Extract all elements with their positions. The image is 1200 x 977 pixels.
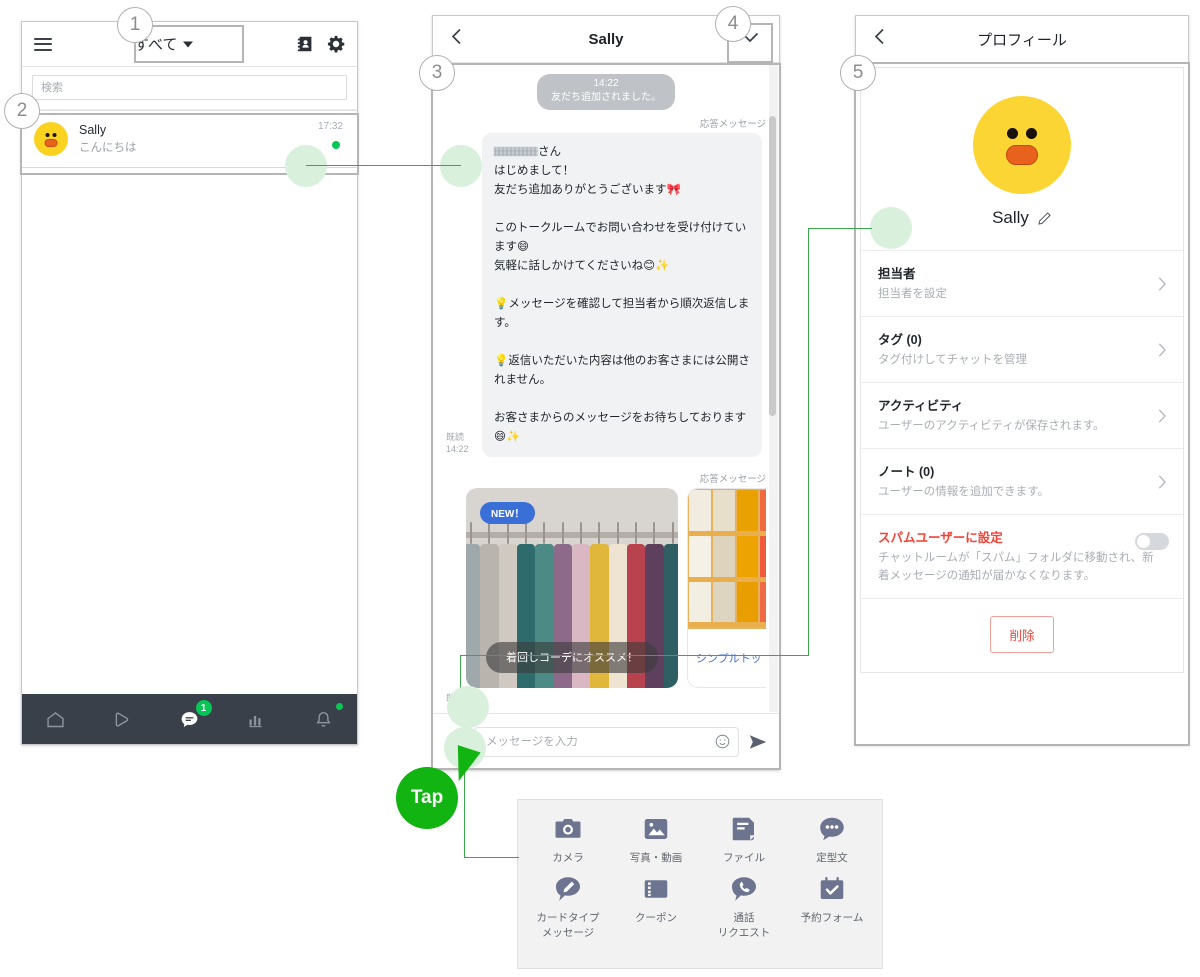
attach-reservation-form[interactable]: 予約フォーム <box>788 874 876 941</box>
connector-dot-avatar <box>447 686 489 728</box>
connector-line-2b <box>808 228 810 656</box>
screenshot-root: すべて Sally <box>0 0 1200 977</box>
photo-icon <box>641 814 671 844</box>
calendar-icon <box>817 874 847 904</box>
bottom-navigation: 1 <box>22 694 357 744</box>
attach-file[interactable]: ファイル <box>700 814 788 866</box>
attach-label: カードタイプ メッセージ <box>536 912 600 939</box>
chat-search-wrap <box>22 67 357 110</box>
highlight-chat-area <box>431 63 781 770</box>
attach-label: 通話 リクエスト <box>717 912 771 939</box>
attach-card-message[interactable]: カードタイプ メッセージ <box>524 874 612 941</box>
chat-unread-badge: 1 <box>195 700 212 716</box>
callout-1: 1 <box>117 7 153 43</box>
nav-stats[interactable] <box>236 702 278 736</box>
attach-camera[interactable]: カメラ <box>524 814 612 866</box>
tap-callout: Tap <box>396 767 458 829</box>
attach-call-request[interactable]: 通話 リクエスト <box>700 874 788 941</box>
chevron-left-icon[interactable] <box>451 28 462 50</box>
highlight-profile-area <box>854 62 1190 746</box>
notification-dot <box>335 703 343 710</box>
nav-notifications[interactable] <box>303 702 345 736</box>
connector-line-2c <box>460 655 809 657</box>
profile-title: プロフィール <box>977 31 1067 49</box>
attach-label: クーポン <box>635 912 677 924</box>
nav-broadcast[interactable] <box>102 702 144 736</box>
callout-2: 2 <box>4 93 40 129</box>
attachment-grid: カメラ 写真・動画 ファイル 定型文 カードタイプ メッセージ クーポン 通話 … <box>518 800 882 949</box>
file-icon <box>729 814 759 844</box>
bell-icon <box>316 711 331 727</box>
attach-photo[interactable]: 写真・動画 <box>612 814 700 866</box>
attach-coupon[interactable]: クーポン <box>612 874 700 941</box>
attachment-menu: カメラ 写真・動画 ファイル 定型文 カードタイプ メッセージ クーポン 通話 … <box>517 799 883 969</box>
nav-chat[interactable]: 1 <box>169 700 212 736</box>
connector-line-3b <box>464 857 519 859</box>
nav-home[interactable] <box>35 702 77 736</box>
callout-3: 3 <box>419 55 455 91</box>
coupon-icon <box>641 874 671 904</box>
callout-5: 5 <box>840 55 876 91</box>
connector-line-2a <box>808 228 872 230</box>
camera-icon <box>553 814 583 844</box>
home-icon <box>47 711 64 727</box>
chevron-left-icon[interactable] <box>874 28 885 50</box>
hamburger-icon[interactable] <box>34 37 52 51</box>
attach-label: カメラ <box>552 852 584 864</box>
broadcast-icon <box>115 711 129 727</box>
contacts-icon[interactable] <box>297 35 315 53</box>
chat-room-title: Sally <box>588 30 624 48</box>
chat-list-header-icons <box>297 35 345 53</box>
attach-label: 予約フォーム <box>800 912 864 924</box>
attach-template[interactable]: 定型文 <box>788 814 876 866</box>
attach-label: 定型文 <box>816 852 848 864</box>
search-input[interactable] <box>32 75 347 100</box>
gear-icon[interactable] <box>327 35 345 53</box>
profile-header: プロフィール <box>856 16 1188 63</box>
call-icon <box>729 874 759 904</box>
card-icon <box>553 874 583 904</box>
stats-icon <box>249 715 262 727</box>
callout-4: 4 <box>715 6 751 42</box>
connector-dot-profile <box>870 207 912 249</box>
attach-label: 写真・動画 <box>629 852 683 864</box>
connector-line-1 <box>306 165 461 167</box>
template-icon <box>817 814 847 844</box>
attach-label: ファイル <box>723 852 765 864</box>
